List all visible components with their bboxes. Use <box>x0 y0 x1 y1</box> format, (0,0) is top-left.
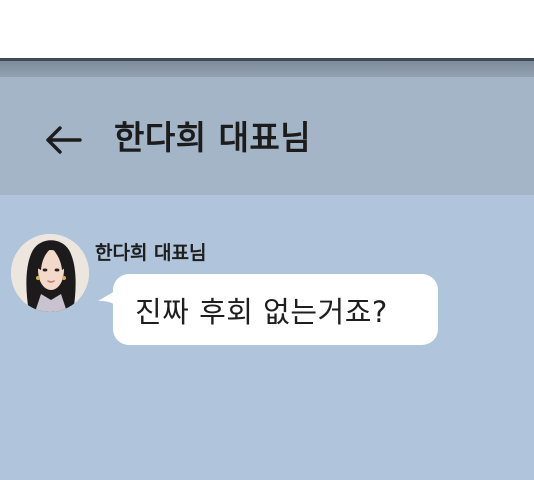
chat-area: 한다희 대표님 진짜 후회 없는거죠? <box>0 195 534 480</box>
status-bar <box>0 61 534 77</box>
back-button[interactable] <box>40 117 86 163</box>
chat-screen: 한다희 대표님 한다희 대표님 진짜 후회 없는거죠? <box>0 0 534 480</box>
arrow-left-icon <box>46 126 82 154</box>
top-blank-area <box>0 0 534 58</box>
avatar[interactable] <box>11 234 89 312</box>
sender-name: 한다희 대표님 <box>95 242 207 264</box>
chat-title: 한다희 대표님 <box>114 118 312 157</box>
message-text: 진짜 후회 없는거죠? <box>135 294 388 329</box>
profile-avatar-image <box>11 234 89 312</box>
chat-header: 한다희 대표님 <box>0 77 534 195</box>
bubble-tail <box>98 288 120 308</box>
message-bubble[interactable]: 진짜 후회 없는거죠? <box>98 274 438 345</box>
